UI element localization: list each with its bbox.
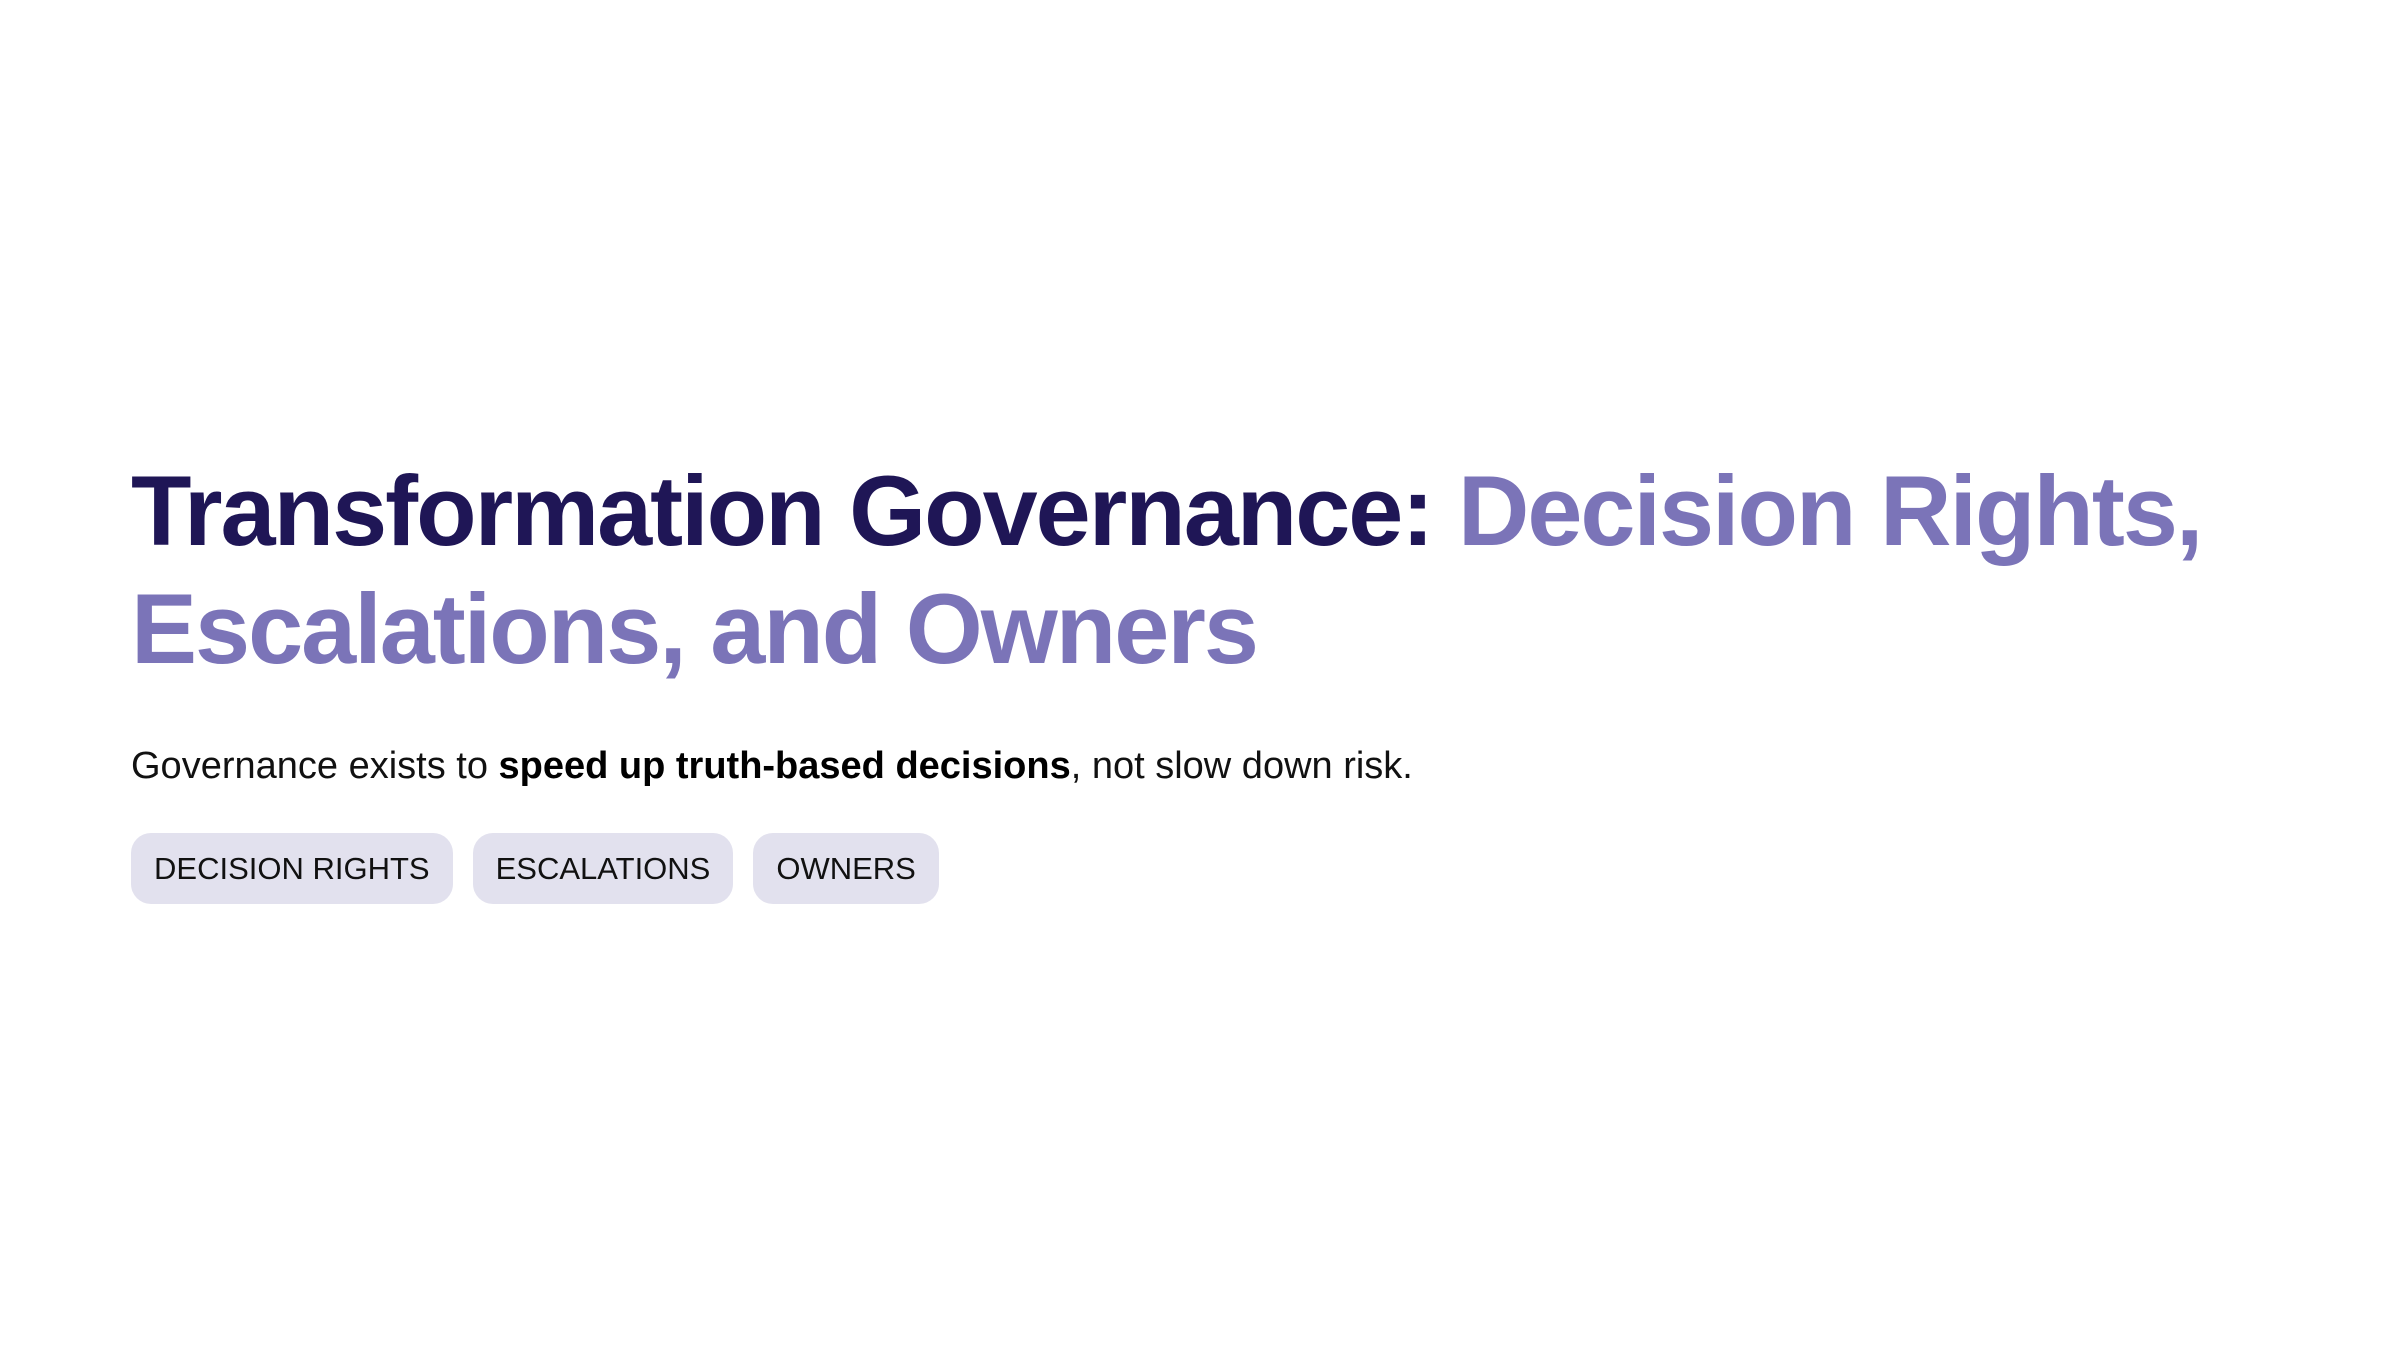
tag-decision-rights: DECISION RIGHTS [131, 833, 453, 904]
tag-owners: OWNERS [753, 833, 939, 904]
subtitle: Governance exists to speed up truth-base… [131, 740, 2281, 792]
tag-escalations: ESCALATIONS [472, 833, 734, 904]
subtitle-bold: speed up truth-based decisions [498, 745, 1071, 787]
tag-list: DECISION RIGHTS ESCALATIONS OWNERS [131, 833, 2281, 904]
title-main: Transformation Governance: [131, 455, 1458, 566]
slide: Transformation Governance: Decision Righ… [0, 0, 2400, 1350]
subtitle-after: , not slow down risk. [1070, 745, 1413, 787]
page-title: Transformation Governance: Decision Righ… [131, 452, 2281, 688]
slide-content: Transformation Governance: Decision Righ… [131, 452, 2281, 904]
subtitle-before: Governance exists to [131, 745, 499, 787]
